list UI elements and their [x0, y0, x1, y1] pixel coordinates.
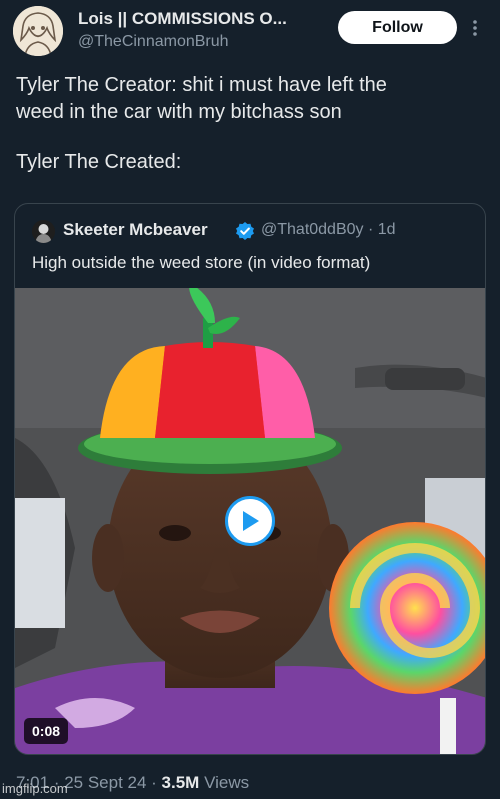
quoted-tweet[interactable]: Skeeter Mcbeaver @That0ddB0y · 1d High o…: [14, 203, 486, 755]
video-thumbnail[interactable]: 0:08: [15, 288, 485, 754]
quoted-tweet-text: High outside the weed store (in video fo…: [32, 253, 371, 272]
quoted-author-avatar: [32, 220, 55, 243]
imgflip-watermark: imgflip.com: [2, 781, 68, 796]
tweet-text-line: Tyler The Creator: shit i must have left…: [16, 74, 387, 96]
author-display-name[interactable]: Lois || COMMISSIONS O...: [78, 9, 328, 29]
play-icon[interactable]: [225, 496, 275, 546]
verified-badge-icon: [235, 221, 255, 241]
tweet-text-line: Tyler The Created:: [16, 151, 182, 173]
quoted-author-name: Skeeter Mcbeaver: [63, 220, 208, 239]
tweet-header: Lois || COMMISSIONS O... @TheCinnamonBru…: [0, 0, 500, 60]
follow-button[interactable]: Follow: [338, 11, 457, 44]
author-avatar[interactable]: [13, 6, 63, 56]
more-icon[interactable]: [470, 17, 480, 39]
quoted-author-handle: @That0ddB0y · 1d: [261, 221, 396, 238]
tweet-body: Tyler The Creator: shit i must have left…: [16, 72, 486, 176]
author-handle[interactable]: @TheCinnamonBruh: [78, 33, 229, 51]
tweet-text-line: weed in the car with my bitchass son: [16, 101, 342, 123]
views-label: Views: [199, 773, 250, 792]
video-duration-badge: 0:08: [24, 718, 69, 744]
views-count: 3.5M: [161, 773, 200, 792]
